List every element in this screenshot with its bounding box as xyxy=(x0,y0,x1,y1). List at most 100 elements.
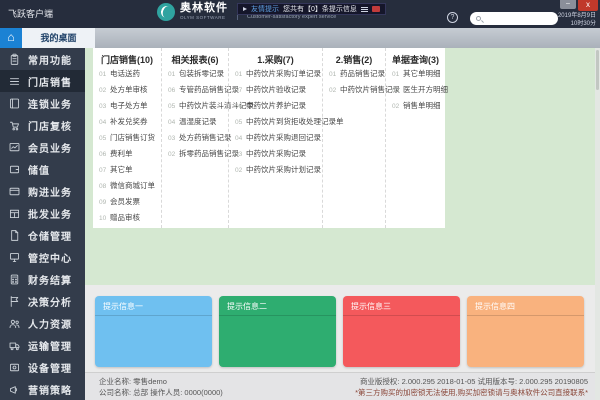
list-icon[interactable] xyxy=(361,7,368,12)
shortcut-number: 09 xyxy=(99,199,110,206)
shortcut-number: 06 xyxy=(168,87,179,94)
sidebar-item-2[interactable]: 连锁业务 xyxy=(0,92,85,114)
brand-name: 奥林软件 xyxy=(180,3,228,14)
clock: 2019年8月9日 10时30分 xyxy=(558,12,596,28)
desktop-area: 门店销售(10)01电话送药02处方单审核03电子处方单04补发兑奖券05门店销… xyxy=(85,48,600,285)
desktop-shortcut[interactable]: 03医生开方明细 xyxy=(386,84,445,100)
sidebar-item-10[interactable]: 财务结算 xyxy=(0,268,85,290)
desktop-shortcut[interactable]: 01中药饮片采购订单记录 xyxy=(229,68,322,84)
shortcut-label: 门店销售订货 xyxy=(110,132,155,143)
desktop-shortcut[interactable]: 01包装拆零记录 xyxy=(162,68,228,84)
desktop-shortcut[interactable]: 05中药饮片到货拒收处理记录单 xyxy=(229,116,322,132)
card-icon xyxy=(0,185,28,198)
minimize-button[interactable]: – xyxy=(560,0,576,9)
info-card-2: 提示信息二 xyxy=(219,296,336,367)
shortcut-label: 补发兑奖券 xyxy=(110,116,148,127)
desktop-shortcut[interactable]: 02拆零药品销售记录 xyxy=(162,148,228,164)
sidebar-item-1[interactable]: 门店销售 xyxy=(0,70,85,92)
sidebar-item-label: 批发业务 xyxy=(28,206,72,221)
desktop-shortcut[interactable]: 02中药饮片销售记录 xyxy=(323,84,385,100)
desktop-shortcut[interactable]: 04补发兑奖券 xyxy=(93,116,161,132)
desktop-shortcut[interactable]: 07其它单 xyxy=(93,164,161,180)
desktop-shortcut[interactable]: 06费利单 xyxy=(93,148,161,164)
desktop-shortcut[interactable]: 07中药饮片验收记录 xyxy=(229,84,322,100)
desktop-shortcut[interactable]: 08微信商城订单 xyxy=(93,180,161,196)
sidebar-item-6[interactable]: 购进业务 xyxy=(0,180,85,202)
desktop-shortcut[interactable]: 04温湿度记录 xyxy=(162,116,228,132)
search-box[interactable] xyxy=(470,12,558,25)
desktop-shortcut[interactable]: 04中药饮片采购退回记录 xyxy=(229,132,322,148)
desktop-shortcut[interactable]: 03电子处方单 xyxy=(93,100,161,116)
sidebar-item-12[interactable]: 人力资源 xyxy=(0,312,85,334)
mute-icon[interactable] xyxy=(372,6,380,12)
shortcut-group-0: 门店销售(10)01电话送药02处方单审核03电子处方单04补发兑奖券05门店销… xyxy=(93,48,161,228)
shortcut-label: 其它单 xyxy=(110,164,133,175)
shortcut-label: 微信商城订单 xyxy=(110,180,155,191)
desktop-shortcut[interactable]: 05中药饮片装斗清斗记录 xyxy=(162,100,228,116)
desktop-shortcut[interactable]: 03处方药销售记录 xyxy=(162,132,228,148)
sidebar-item-9[interactable]: 管控中心 xyxy=(0,246,85,268)
desktop-shortcut[interactable]: 02中药饮片采购计划记录 xyxy=(229,164,322,180)
shortcut-label: 包装拆零记录 xyxy=(179,68,224,79)
tab-my-desktop[interactable]: 我的桌面 xyxy=(22,28,95,48)
sidebar-item-label: 储值 xyxy=(28,162,50,177)
sidebar-item-label: 设备管理 xyxy=(28,360,72,375)
shortcut-group-2: 1.采购(7)01中药饮片采购订单记录07中药饮片验收记录06中药饮片养护记录0… xyxy=(228,48,322,228)
shortcut-number: 02 xyxy=(99,87,110,94)
shortcut-number: 02 xyxy=(235,167,246,174)
desktop-shortcut[interactable]: 05门店销售订货 xyxy=(93,132,161,148)
brand-name-en: OLYM SOFTWARE xyxy=(180,16,228,21)
sidebar-item-14[interactable]: 设备管理 xyxy=(0,356,85,378)
group-title: 门店销售(10) xyxy=(93,53,161,68)
shortcut-label: 中药饮片采购记录 xyxy=(246,148,306,159)
desktop-shortcut[interactable]: 06专管药品销售记录 xyxy=(162,84,228,100)
sidebar-item-5[interactable]: 储值 xyxy=(0,158,85,180)
shortcut-number: 03 xyxy=(99,103,110,110)
sidebar-item-3[interactable]: 门店复核 xyxy=(0,114,85,136)
desktop-shortcut[interactable]: 02销售单明细 xyxy=(386,100,445,116)
info-card-3: 提示信息三 xyxy=(343,296,460,367)
sidebar-item-label: 管控中心 xyxy=(28,250,72,265)
desktop-shortcut[interactable]: 03中药饮片采购记录 xyxy=(229,148,322,164)
sidebar-item-label: 财务结算 xyxy=(28,272,72,287)
home-icon[interactable]: ⌂ xyxy=(0,28,22,48)
sidebar-item-label: 运输管理 xyxy=(28,338,72,353)
sidebar-item-11[interactable]: 决策分析 xyxy=(0,290,85,312)
desktop-shortcut[interactable]: 02处方单审核 xyxy=(93,84,161,100)
slogan-en: Customer-satisfactory expert service xyxy=(247,15,357,21)
sidebar-item-label: 常用功能 xyxy=(28,52,72,67)
desktop-shortcut[interactable]: 10赠品审核 xyxy=(93,212,161,228)
shortcut-number: 03 xyxy=(235,151,246,158)
help-icon[interactable]: ? xyxy=(447,12,458,23)
sidebar-item-8[interactable]: 仓储管理 xyxy=(0,224,85,246)
shortcut-number: 01 xyxy=(235,71,246,78)
shortcut-number: 10 xyxy=(99,215,110,222)
shortcut-number: 03 xyxy=(392,87,403,94)
desktop-shortcut[interactable]: 01其它单明细 xyxy=(386,68,445,84)
sidebar-item-0[interactable]: 常用功能 xyxy=(0,48,85,70)
desktop-shortcut[interactable]: 06中药饮片养护记录 xyxy=(229,100,322,116)
shortcut-label: 医生开方明细 xyxy=(403,84,448,95)
sidebar-item-label: 决策分析 xyxy=(28,294,72,309)
shortcut-label: 处方单审核 xyxy=(110,84,148,95)
shortcut-number: 04 xyxy=(168,119,179,126)
vertical-scrollbar[interactable] xyxy=(595,48,600,400)
desktop-shortcut[interactable]: 09会员发票 xyxy=(93,196,161,212)
sidebar-item-4[interactable]: 会员业务 xyxy=(0,136,85,158)
desktop-shortcut[interactable]: 01电话送药 xyxy=(93,68,161,84)
sidebar-item-13[interactable]: 运输管理 xyxy=(0,334,85,356)
megaphone-icon xyxy=(0,383,28,396)
notification-ticker[interactable]: 友情提示 您共有【0】条提示信息 xyxy=(237,3,386,15)
shortcut-label: 费利单 xyxy=(110,148,133,159)
list-icon xyxy=(0,75,28,88)
close-button[interactable]: x xyxy=(578,0,598,11)
sidebar-item-7[interactable]: 批发业务 xyxy=(0,202,85,224)
app-name: 飞跃客户端 xyxy=(8,7,53,20)
sidebar-item-label: 营销策略 xyxy=(28,382,72,397)
desktop-shortcut[interactable]: 01药品销售记录 xyxy=(323,68,385,84)
sidebar-item-15[interactable]: 营销策略 xyxy=(0,378,85,400)
play-icon[interactable] xyxy=(243,7,247,11)
search-input[interactable] xyxy=(484,14,554,23)
scrollbar-thumb[interactable] xyxy=(596,50,599,90)
notice-text: 您共有【0】条提示信息 xyxy=(283,4,357,14)
